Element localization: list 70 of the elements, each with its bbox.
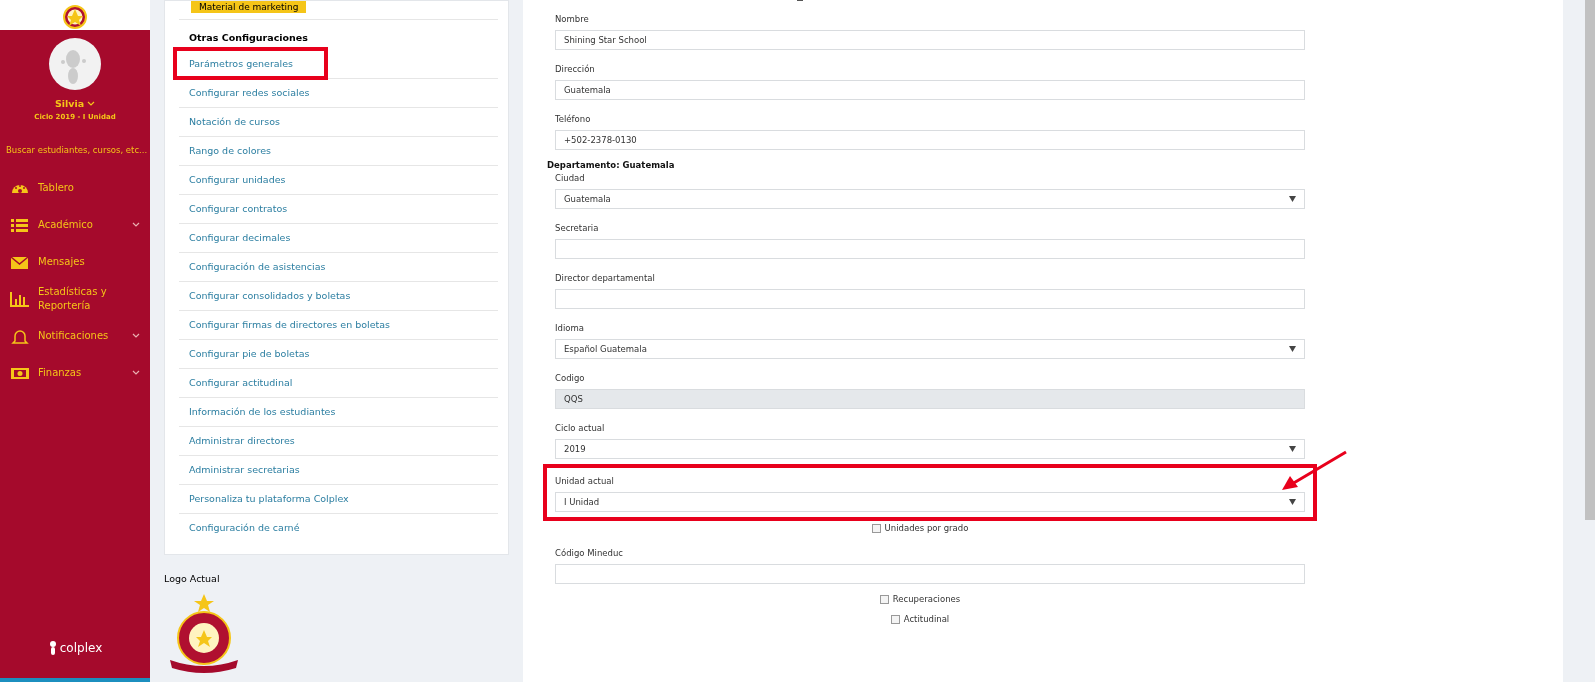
field-label: Ciclo actual [555,423,606,433]
search-field[interactable]: Buscar estudiantes, cursos, etc... [6,145,146,155]
logo-label: Logo Actual [164,573,221,584]
field-label: Teléfono [555,114,592,124]
checkbox-label: Recuperaciones [892,594,961,604]
bell-icon [10,327,30,344]
bar-chart-icon [10,290,30,307]
dropdown-arrow-icon [1289,196,1296,202]
checkbox-label: Unidades por grado [884,523,969,533]
field-label: Secretaria [555,223,600,233]
user-menu[interactable]: Silvia [54,98,96,109]
dropdown-arrow-icon [1289,446,1296,452]
select-field[interactable]: I Unidad [555,492,1305,512]
checkbox[interactable]: Recuperaciones [547,594,1313,604]
chevron-down-icon [87,101,96,106]
input-field[interactable]: QQS [555,389,1305,409]
settings-link[interactable]: Configurar firmas de directores en boletas [179,310,498,339]
settings-link[interactable]: Configurar pie de boletas [179,339,498,368]
settings-link[interactable]: Configurar decimales [179,223,498,252]
checkbox-square[interactable] [890,614,900,624]
pointer-arrow [1282,450,1348,492]
list-icon [10,216,30,233]
section-heading: Departamento: Guatemala [547,160,676,170]
dropdown-arrow-icon [1289,346,1296,352]
settings-link[interactable]: Configurar actitudinal [179,368,498,397]
nav-item[interactable]: Mensajes [0,243,150,280]
nav-item[interactable]: Académico [0,206,150,243]
settings-link[interactable]: Administrar directores [179,426,498,455]
field-label: Unidad actual [555,476,615,486]
settings-link[interactable]: Personaliza tu plataforma Colplex [179,484,498,513]
settings-link[interactable]: Configurar redes sociales [179,78,498,107]
settings-link[interactable]: Configuración de asistencias [179,252,498,281]
nav-item[interactable]: Finanzas [0,354,150,391]
settings-link[interactable]: Configuración de carné [179,513,498,542]
person-icon [47,640,58,656]
select-field[interactable]: 2019 [555,439,1305,459]
checkbox-square[interactable] [879,594,889,604]
select-field[interactable]: Español Guatemala [555,339,1305,359]
select-field[interactable]: Guatemala [555,189,1305,209]
settings-link[interactable]: Configurar contratos [179,194,498,223]
field-label: Nombre [555,14,590,24]
field-label: Ciudad [555,173,586,183]
scrollbar[interactable] [1585,0,1595,520]
input-field[interactable]: Shining Star School [555,30,1305,50]
settings-link[interactable]: Notación de cursos [179,107,498,136]
input-field[interactable]: Guatemala [555,80,1305,100]
checkbox[interactable]: Actitudinal [547,614,1313,624]
section-heading: Otras Configuraciones [179,19,498,49]
settings-link[interactable]: Configurar unidades [179,165,498,194]
field-label: Código Mineduc [555,548,624,558]
nav-item[interactable]: Estadísticas y Reportería [0,280,150,317]
settings-link[interactable]: Configurar consolidados y boletas [179,281,498,310]
nav-item[interactable]: Tablero [0,169,150,206]
input-field[interactable]: +502-2378-0130 [555,130,1305,150]
settings-link[interactable]: Administrar secretarias [179,455,498,484]
settings-link[interactable]: Rango de colores [179,136,498,165]
field-label: Idioma [555,323,585,333]
settings-link[interactable]: Parámetros generales [175,49,326,78]
brand-name: colplex [59,641,103,655]
nav-item[interactable]: Notificaciones [0,317,150,354]
dropdown-arrow-icon [1289,499,1296,505]
field-label: Dirección [555,64,596,74]
checkbox-square[interactable] [871,523,881,533]
checkbox[interactable]: Unidades por grado [547,523,1313,533]
settings-link[interactable]: Información de los estudiantes [179,397,498,426]
marketing-button[interactable]: Material de marketing [191,1,307,13]
field-label: Director departamental [555,273,656,283]
checkbox-label: Actitudinal [903,614,950,624]
avatar-icon [49,38,101,90]
field-label: Codigo [555,373,586,383]
